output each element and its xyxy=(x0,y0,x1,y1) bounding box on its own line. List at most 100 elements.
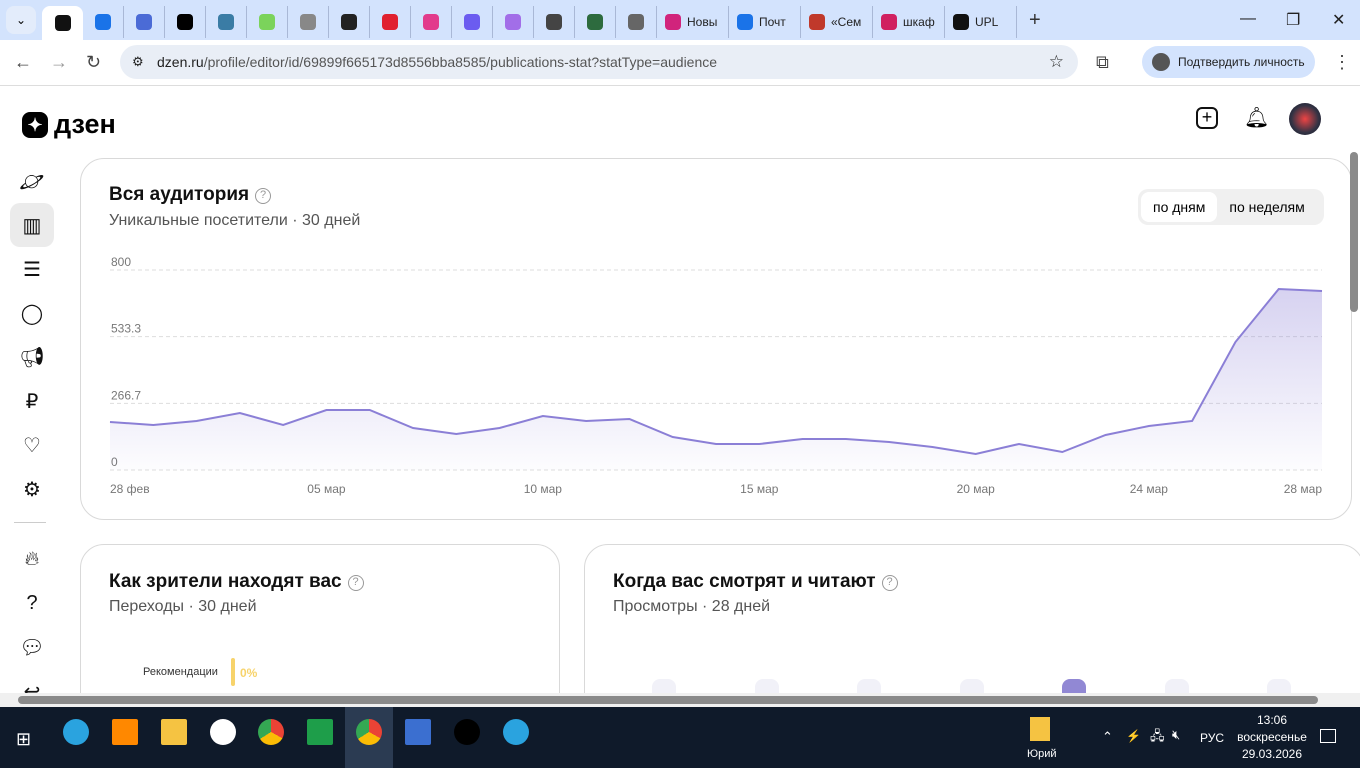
profile-avatar-icon xyxy=(1152,53,1170,71)
weekday-bar[interactable] xyxy=(857,679,881,693)
volume-muted-icon[interactable]: 🔇︎ xyxy=(1172,727,1180,743)
maximize-button[interactable]: ❐ xyxy=(1286,10,1300,30)
help-icon[interactable]: ? xyxy=(10,581,54,625)
browser-tab[interactable] xyxy=(616,6,657,38)
help-icon[interactable]: ? xyxy=(347,575,364,591)
audience-chart: 0266.7533.380028 фев05 мар10 мар15 мар20… xyxy=(109,255,1323,496)
clock[interactable]: 13:06 воскресенье 29.03.2026 xyxy=(1232,712,1312,763)
x-tick-label: 15 мар xyxy=(740,482,779,496)
tab-favicon-icon xyxy=(341,14,357,30)
tray-overflow-icon[interactable]: ⌃ xyxy=(1102,729,1113,745)
notifications-icon[interactable] xyxy=(1320,729,1336,743)
spreadsheet-icon[interactable] xyxy=(307,719,333,745)
area-fill xyxy=(110,289,1322,470)
x-tick-label: 05 мар xyxy=(307,482,346,496)
weekday-bar[interactable] xyxy=(1062,679,1086,693)
help-icon[interactable]: ? xyxy=(881,575,898,591)
browser-tab[interactable] xyxy=(370,6,411,38)
new-tab-button[interactable]: + xyxy=(1029,9,1041,32)
windows-start-icon[interactable]: ⊞ xyxy=(16,729,31,750)
weekday-bar[interactable] xyxy=(652,679,676,693)
y-tick-label: 266.7 xyxy=(111,388,141,402)
file-explorer-icon[interactable] xyxy=(161,719,187,745)
user-folder-icon[interactable] xyxy=(1030,717,1050,741)
browser-tab[interactable] xyxy=(493,6,534,38)
horizontal-scrollbar[interactable] xyxy=(0,693,1360,707)
browser-tab[interactable] xyxy=(452,6,493,38)
y-tick-label: 533.3 xyxy=(111,322,141,336)
browser-tab[interactable]: «Сем xyxy=(801,6,873,38)
browser-tab[interactable] xyxy=(247,6,288,38)
browser-tab[interactable] xyxy=(575,6,616,38)
close-window-button[interactable]: ✕ xyxy=(1332,10,1345,30)
network-icon[interactable]: 🖧︎ xyxy=(1150,727,1165,749)
y-tick-label: 800 xyxy=(111,255,131,269)
browser-tab[interactable] xyxy=(288,6,329,38)
source-row-bar xyxy=(231,658,235,686)
tab-strip: ⌄ Новы Почт «Сем шкаф UPL + — ❐ ✕ xyxy=(0,0,1360,40)
browser-tab[interactable] xyxy=(411,6,452,38)
menu-icon[interactable]: ⋮ xyxy=(1333,52,1351,73)
tab-favicon-icon xyxy=(382,14,398,30)
verify-identity-button[interactable]: Подтвердить личность xyxy=(1142,46,1315,78)
browser-tab[interactable] xyxy=(165,6,206,38)
x-tick-label: 20 мар xyxy=(957,482,996,496)
tab-favicon-icon xyxy=(737,14,753,30)
weekday-bar[interactable] xyxy=(1164,679,1189,693)
forward-icon[interactable]: → xyxy=(50,52,68,73)
minimize-button[interactable]: — xyxy=(1240,10,1256,28)
chat-icon[interactable]: 💬︎ xyxy=(10,625,54,669)
bookmark-star-icon[interactable]: ☆ xyxy=(1049,45,1064,79)
chrome-icon[interactable] xyxy=(258,719,284,745)
tab-favicon-icon xyxy=(953,14,969,30)
tab-favicon-icon xyxy=(809,14,825,30)
fire-icon[interactable]: 🔥︎ xyxy=(10,537,54,581)
tab-favicon-icon xyxy=(177,14,193,30)
browser-tab[interactable] xyxy=(329,6,370,38)
browser-tab[interactable]: Почт xyxy=(729,6,801,38)
browser-tab[interactable] xyxy=(534,6,575,38)
x-tick-label: 28 мар xyxy=(1284,482,1323,496)
vertical-scrollbar[interactable] xyxy=(1350,152,1358,312)
reload-icon[interactable]: ↻ xyxy=(86,52,101,73)
tab-favicon-icon xyxy=(505,14,521,30)
browser-tab[interactable] xyxy=(42,6,83,40)
browser-tab[interactable]: Новы xyxy=(657,6,729,38)
browser-tab[interactable] xyxy=(124,6,165,38)
sidebar-divider xyxy=(14,522,46,523)
back-arrow-icon[interactable]: ↩ xyxy=(10,669,54,694)
telegram-icon[interactable] xyxy=(63,719,89,745)
timing-card xyxy=(584,544,1360,693)
tab-favicon-icon xyxy=(300,14,316,30)
browser-tab[interactable] xyxy=(83,6,124,38)
timing-subtitle: Просмотры · 28 дней xyxy=(613,598,771,615)
browser-tab[interactable]: шкаф xyxy=(873,6,945,38)
language-indicator[interactable]: РУС xyxy=(1200,731,1224,745)
tab-favicon-icon xyxy=(628,14,644,30)
tab-favicon-icon xyxy=(423,14,439,30)
x-app-icon[interactable] xyxy=(454,719,480,745)
weekday-bar[interactable] xyxy=(959,679,984,693)
telegram-icon[interactable] xyxy=(503,719,529,745)
weekday-bar[interactable] xyxy=(1267,679,1291,693)
url-path: /profile/editor/id/69899f665173d8556bba8… xyxy=(203,54,718,70)
remote-desktop-icon[interactable] xyxy=(405,719,431,745)
site-info-icon[interactable]: ⚙ xyxy=(132,45,144,79)
teamviewer-icon[interactable] xyxy=(210,719,236,745)
address-bar[interactable]: ⚙ dzen.ru/profile/editor/id/69899f665173… xyxy=(120,45,1078,79)
url-host: dzen.ru xyxy=(157,54,204,70)
browser-tab[interactable] xyxy=(206,6,247,38)
tab-search-button[interactable]: ⌄ xyxy=(6,6,36,34)
tab-favicon-icon xyxy=(546,14,562,30)
tab-favicon-icon xyxy=(259,14,275,30)
weekday-bar[interactable] xyxy=(754,679,779,693)
tab-label: Почт xyxy=(759,15,786,29)
chrome-user-icon[interactable] xyxy=(356,719,382,745)
battery-icon[interactable]: ⚡ xyxy=(1126,729,1141,743)
back-icon[interactable]: ← xyxy=(14,52,32,73)
vlc-icon[interactable] xyxy=(112,719,138,745)
extensions-icon[interactable]: ⧉ xyxy=(1096,52,1109,73)
browser-tab[interactable]: UPL xyxy=(945,6,1017,38)
browser-toolbar: ← → ↻ ⚙ dzen.ru/profile/editor/id/69899f… xyxy=(0,40,1360,86)
tab-favicon-icon xyxy=(587,14,603,30)
